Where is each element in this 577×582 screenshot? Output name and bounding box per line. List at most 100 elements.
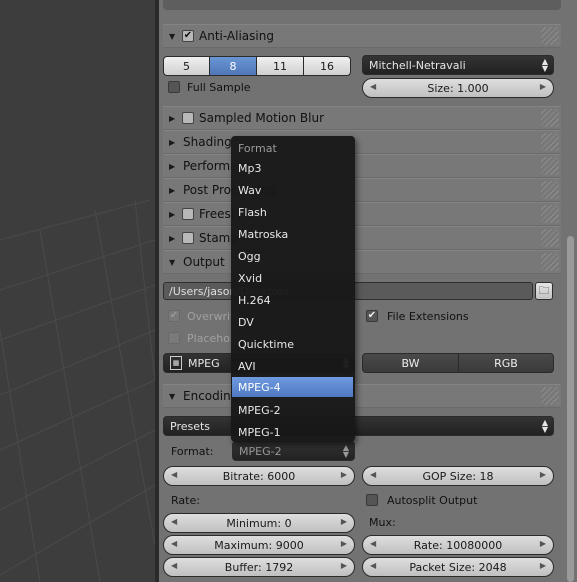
menu-item-mp3[interactable]: Mp3 [232,158,353,178]
maximum-rate-field[interactable]: ◀ Maximum: 9000 ▶ [163,535,355,555]
mux-rate-field[interactable]: ◀ Rate: 10080000 ▶ [362,535,554,555]
encoding-format-select[interactable]: MPEG-2 ▲ ▼ [232,441,355,461]
file-extensions-label: File Extensions [387,310,469,323]
menu-item-matroska[interactable]: Matroska [232,224,353,244]
increment-arrow-icon[interactable]: ▶ [540,82,546,91]
panel-header-post-processing[interactable]: ▶ Post Processing [163,178,561,202]
buffer-field[interactable]: ◀ Buffer: 1792 ▶ [163,557,355,577]
drag-grip-icon[interactable] [541,387,559,405]
mux-label: Mux: [369,516,396,529]
aa-samples-5[interactable]: 5 [163,56,210,76]
expand-triangle-icon: ▼ [169,31,176,41]
aa-size-value: Size: 1.000 [427,81,489,95]
encoding-presets-select[interactable]: Presets ▲ ▼ [163,416,554,436]
decrement-arrow-icon[interactable]: ◀ [171,561,177,570]
encoding-format-label: Format: [171,445,214,458]
drag-grip-icon[interactable] [541,181,559,199]
collapse-triangle-icon: ▶ [169,137,176,147]
decrement-arrow-icon[interactable]: ◀ [370,539,376,548]
decrement-arrow-icon[interactable]: ◀ [370,561,376,570]
color-mode-rgb[interactable]: RGB [458,353,554,373]
aa-size-field[interactable]: ◀ Size: 1.000 ▶ [362,78,554,98]
panel-title: Anti-Aliasing [199,29,274,43]
format-dropdown-menu: Format Mp3 Wav Flash Matroska Ogg Xvid H… [231,136,355,442]
menu-item-mpeg4[interactable]: MPEG-4 [232,377,353,397]
panel-header-sampled-motion-blur[interactable]: ▶ Sampled Motion Blur [163,106,561,130]
aa-samples-8[interactable]: 8 [209,56,257,76]
aa-samples-11[interactable]: 11 [256,56,304,76]
drag-grip-icon[interactable] [541,205,559,223]
increment-arrow-icon[interactable]: ▶ [341,539,347,548]
bitrate-field[interactable]: ◀ Bitrate: 6000 ▶ [163,466,355,486]
panel-header-stamp[interactable]: ▶ Stamp [163,226,561,250]
drag-grip-icon[interactable] [541,109,559,127]
gop-size-field[interactable]: ◀ GOP Size: 18 ▶ [362,466,554,486]
aa-filter-select[interactable]: Mitchell-Netravali ▲ ▼ [362,55,554,75]
sampled-motion-blur-checkbox[interactable] [182,112,194,124]
file-extensions-checkbox[interactable]: ✔ [366,310,378,322]
color-mode-bw[interactable]: BW [362,353,459,373]
expand-triangle-icon: ▼ [169,391,176,401]
panel-title: Sampled Motion Blur [199,111,325,125]
menu-item-xvid[interactable]: Xvid [232,268,353,288]
top-toolbar-strip[interactable] [163,0,561,10]
packet-size-field[interactable]: ◀ Packet Size: 2048 ▶ [362,557,554,577]
increment-arrow-icon[interactable]: ▶ [540,539,546,548]
aa-samples-16[interactable]: 16 [303,56,351,76]
placeholders-checkbox[interactable] [168,332,180,344]
drag-grip-icon[interactable] [541,229,559,247]
gop-size-value: GOP Size: 18 [422,469,494,483]
drag-grip-icon[interactable] [541,157,559,175]
full-sample-checkbox[interactable] [168,81,180,93]
menu-item-flash[interactable]: Flash [232,202,353,222]
decrement-arrow-icon[interactable]: ◀ [370,470,376,479]
full-sample-label: Full Sample [187,81,251,94]
increment-arrow-icon[interactable]: ▶ [341,561,347,570]
panel-title: Output [183,255,225,269]
menu-item-dv[interactable]: DV [232,312,353,332]
menu-item-avi[interactable]: AVI [232,356,353,376]
folder-browse-icon[interactable]: 🗀 [535,282,553,300]
scrollbar-thumb[interactable] [567,236,574,582]
presets-value: Presets [170,419,211,433]
packet-size-value: Packet Size: 2048 [409,560,507,574]
decrement-arrow-icon[interactable]: ◀ [171,470,177,479]
minimum-value: Minimum: 0 [226,516,292,530]
menu-item-mpeg2[interactable]: MPEG-2 [232,400,353,420]
decrement-arrow-icon[interactable]: ◀ [171,517,177,526]
decrement-arrow-icon[interactable]: ◀ [370,82,376,91]
menu-item-ogg[interactable]: Ogg [232,246,353,266]
panel-header-antialiasing[interactable]: ▼ ✔ Anti-Aliasing [163,24,561,48]
panel-header-output[interactable]: ▼ Output [163,250,561,274]
overwrite-checkbox[interactable]: ✔ [168,310,180,322]
panel-header-shading[interactable]: ▶ Shading [163,130,561,154]
panel-header-freestyle[interactable]: ▶ Freestyle [163,202,561,226]
antialiasing-checkbox[interactable]: ✔ [182,30,194,42]
drag-grip-icon[interactable] [541,133,559,151]
panel-scrollbar[interactable] [564,0,574,582]
increment-arrow-icon[interactable]: ▶ [341,470,347,479]
file-format-value: MPEG [188,356,220,370]
menu-item-mpeg1[interactable]: MPEG-1 [232,422,353,442]
drag-grip-icon[interactable] [541,27,559,45]
stamp-checkbox[interactable] [182,232,194,244]
panel-title: Shading [183,135,232,149]
panel-header-encoding[interactable]: ▼ Encoding [163,384,561,408]
menu-item-wav[interactable]: Wav [232,180,353,200]
autosplit-checkbox[interactable] [366,494,378,506]
increment-arrow-icon[interactable]: ▶ [341,517,347,526]
menu-item-h264[interactable]: H.264 [232,290,353,310]
increment-arrow-icon[interactable]: ▶ [540,561,546,570]
decrement-arrow-icon[interactable]: ◀ [171,539,177,548]
collapse-triangle-icon: ▶ [169,233,176,243]
updown-arrows-icon: ▲▼ [541,57,548,73]
3d-viewport[interactable] [0,0,155,582]
menu-title: Format [238,142,277,155]
minimum-rate-field[interactable]: ◀ Minimum: 0 ▶ [163,513,355,533]
panel-header-performance[interactable]: ▶ Performance [163,154,561,178]
updown-arrows-icon: ▲▼ [541,418,548,434]
menu-item-quicktime[interactable]: Quicktime [232,334,353,354]
freestyle-checkbox[interactable] [182,208,194,220]
increment-arrow-icon[interactable]: ▶ [540,470,546,479]
drag-grip-icon[interactable] [541,253,559,271]
